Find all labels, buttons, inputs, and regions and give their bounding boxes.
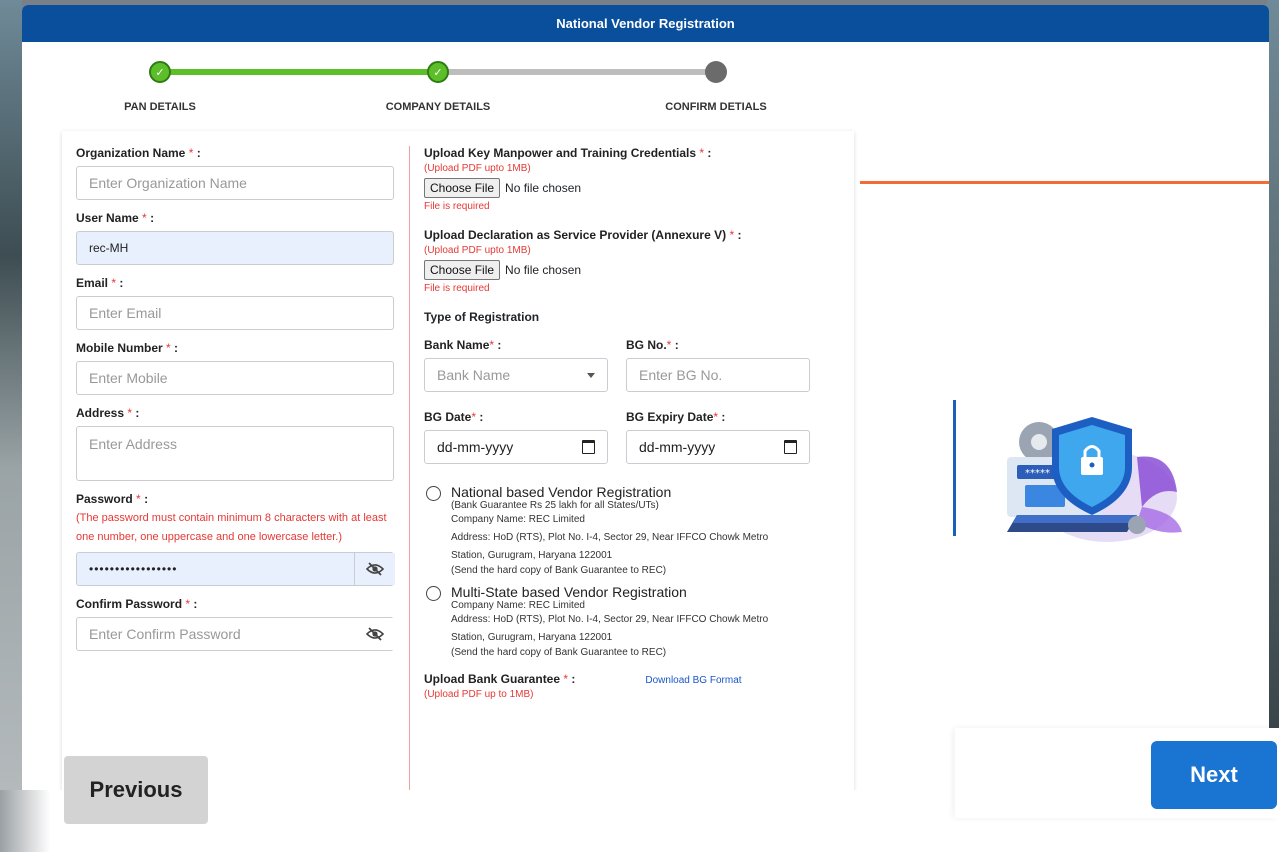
multistate-note: (Send the hard copy of Bank Guarantee to… bbox=[451, 647, 667, 658]
file-error: File is required bbox=[424, 283, 490, 294]
password-hint: (The password must contain minimum 8 cha… bbox=[76, 512, 387, 543]
mobile-input[interactable]: Enter Mobile bbox=[76, 361, 394, 395]
file-status: No file chosen bbox=[505, 181, 582, 195]
upload-manpower-note: (Upload PDF upto 1MB) bbox=[424, 163, 531, 174]
calendar-icon[interactable] bbox=[582, 440, 595, 454]
download-bg-format-link[interactable]: Download BG Format bbox=[645, 675, 741, 686]
bank-name-label: Bank Name* : bbox=[424, 338, 502, 352]
choose-file-button[interactable]: Choose File bbox=[424, 260, 501, 280]
file-status: No file chosen bbox=[505, 263, 582, 277]
footer-shade bbox=[0, 790, 50, 852]
upload-declaration-label: Upload Declaration as Service Provider (… bbox=[424, 228, 742, 242]
form-card: Organization Name * : Enter Organization… bbox=[62, 131, 854, 790]
confirm-password-label: Confirm Password * : bbox=[76, 597, 198, 611]
column-divider bbox=[409, 146, 410, 790]
choose-file-button[interactable]: Choose File bbox=[424, 178, 501, 198]
password-input[interactable]: ••••••••••••••••• bbox=[76, 552, 394, 586]
multistate-company: Company Name: REC Limited bbox=[451, 600, 585, 611]
address-textarea[interactable]: Enter Address bbox=[76, 426, 394, 481]
upload-manpower-label: Upload Key Manpower and Training Credent… bbox=[424, 146, 712, 160]
step-label-pan: PAN DETAILS bbox=[124, 101, 196, 113]
file-error: File is required bbox=[424, 201, 490, 212]
step-2-check-icon[interactable]: ✓ bbox=[427, 61, 449, 83]
modal-header: National Vendor Registration bbox=[22, 5, 1269, 42]
step-label-company: COMPANY DETAILS bbox=[385, 101, 491, 113]
radio-multistate[interactable] bbox=[426, 586, 441, 601]
bg-date-input[interactable]: dd-mm-yyyy bbox=[424, 430, 608, 464]
multistate-address: Address: HoD (RTS), Plot No. I-4, Sector… bbox=[451, 614, 769, 643]
next-button[interactable]: Next bbox=[1151, 741, 1277, 809]
upload-declaration-note: (Upload PDF upto 1MB) bbox=[424, 245, 531, 256]
bg-expiry-label: BG Expiry Date* : bbox=[626, 410, 726, 424]
left-column: Organization Name * : Enter Organization… bbox=[76, 146, 396, 662]
multistate-title: Multi-State based Vendor Registration bbox=[451, 584, 687, 600]
bank-name-select[interactable]: Bank Name bbox=[424, 358, 608, 392]
chevron-down-icon bbox=[587, 372, 595, 378]
upload-bg-note: (Upload PDF up to 1MB) bbox=[424, 689, 534, 700]
bg-expiry-input[interactable]: dd-mm-yyyy bbox=[626, 430, 810, 464]
previous-button[interactable]: Previous bbox=[64, 756, 208, 824]
bg-date-label: BG Date* : bbox=[424, 410, 484, 424]
eye-off-icon[interactable] bbox=[355, 618, 395, 650]
upload-declaration-block: Upload Declaration as Service Provider (… bbox=[424, 228, 844, 294]
national-company: Company Name: REC Limited bbox=[451, 514, 585, 525]
svg-text:*****: ***** bbox=[1025, 468, 1050, 479]
step-label-confirm: CONFIRM DETIALS bbox=[665, 101, 767, 113]
right-column: Upload Key Manpower and Training Credent… bbox=[424, 146, 844, 704]
user-name-label: User Name * : bbox=[76, 211, 155, 225]
stepper: ✓ ✓ PAN DETAILS COMPANY DETAILS CONFIRM … bbox=[22, 42, 862, 122]
modal-title: National Vendor Registration bbox=[556, 16, 735, 31]
national-registration-option[interactable]: National based Vendor Registration (Bank… bbox=[424, 484, 844, 576]
eye-off-icon[interactable] bbox=[354, 553, 395, 585]
background-left bbox=[0, 0, 22, 852]
multistate-registration-option[interactable]: Multi-State based Vendor Registration Co… bbox=[424, 584, 844, 658]
confirm-password-input[interactable]: Enter Confirm Password bbox=[76, 617, 394, 651]
calendar-icon[interactable] bbox=[784, 440, 797, 454]
accent-line bbox=[860, 181, 1269, 184]
national-address: Address: HoD (RTS), Plot No. I-4, Sector… bbox=[451, 532, 769, 561]
security-shield-illustration: ***** bbox=[987, 397, 1187, 547]
illustration-side-bar bbox=[953, 400, 956, 536]
national-title: National based Vendor Registration bbox=[451, 484, 672, 500]
bg-no-input[interactable]: Enter BG No. bbox=[626, 358, 810, 392]
address-label: Address * : bbox=[76, 406, 140, 420]
email-label: Email * : bbox=[76, 276, 124, 290]
upload-bg-label: Upload Bank Guarantee * : Download BG For… bbox=[424, 672, 742, 686]
stepper-progress-line bbox=[162, 69, 442, 75]
registration-modal: National Vendor Registration ✓ ✓ PAN DET… bbox=[22, 5, 1269, 790]
org-name-input[interactable]: Enter Organization Name bbox=[76, 166, 394, 200]
org-name-label: Organization Name * : bbox=[76, 146, 201, 160]
type-of-registration-heading: Type of Registration bbox=[424, 310, 540, 324]
upload-manpower-block: Upload Key Manpower and Training Credent… bbox=[424, 146, 844, 212]
bg-no-label: BG No.* : bbox=[626, 338, 679, 352]
email-input[interactable]: Enter Email bbox=[76, 296, 394, 330]
step-1-check-icon[interactable]: ✓ bbox=[149, 61, 171, 83]
step-3-dot[interactable] bbox=[705, 61, 727, 83]
stepper-remaining-line bbox=[437, 69, 717, 75]
mobile-label: Mobile Number * : bbox=[76, 341, 179, 355]
radio-national[interactable] bbox=[426, 486, 441, 501]
password-label: Password * : bbox=[76, 492, 149, 506]
national-note: (Send the hard copy of Bank Guarantee to… bbox=[451, 565, 667, 576]
national-sub: (Bank Guarantee Rs 25 lakh for all State… bbox=[451, 500, 659, 511]
user-name-input[interactable]: rec-MH bbox=[76, 231, 394, 265]
